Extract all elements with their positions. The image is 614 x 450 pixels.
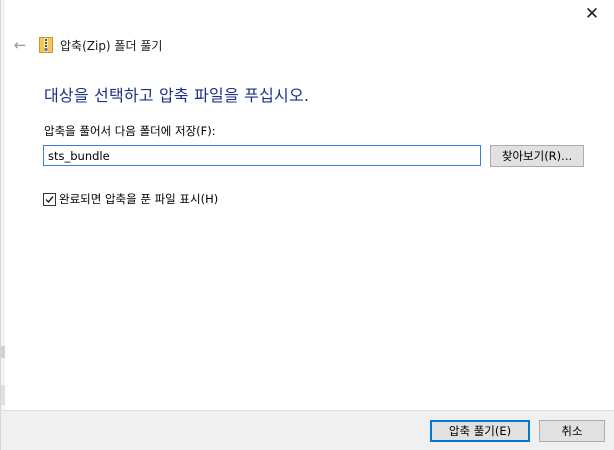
cancel-button[interactable]: 취소 xyxy=(539,420,605,442)
extract-dialog: ✕ ← 압축(Zip) 폴더 풀기 대상을 선택하고 압축 파일을 푸십시오. … xyxy=(0,0,614,450)
close-button[interactable]: ✕ xyxy=(578,2,606,26)
show-files-option[interactable]: 완료되면 압축을 푼 파일 표시(H) xyxy=(43,191,218,207)
back-button[interactable]: ← xyxy=(11,36,29,54)
close-icon: ✕ xyxy=(584,4,600,24)
show-files-label: 완료되면 압축을 푼 파일 표시(H) xyxy=(59,192,219,206)
edge-mark xyxy=(1,385,5,405)
instruction-heading: 대상을 선택하고 압축 파일을 푸십시오. xyxy=(44,86,310,105)
dialog-footer: 압축 풀기(E) 취소 xyxy=(1,410,614,450)
destination-label: 압축을 풀어서 다음 폴더에 저장(F): xyxy=(44,124,216,138)
zip-folder-icon xyxy=(39,37,53,53)
extract-button[interactable]: 압축 풀기(E) xyxy=(430,420,530,442)
title-bar: ← 압축(Zip) 폴더 풀기 xyxy=(11,36,163,54)
browse-button[interactable]: 찾아보기(R)... xyxy=(490,145,584,167)
show-files-checkbox[interactable] xyxy=(43,192,56,206)
window-title: 압축(Zip) 폴더 풀기 xyxy=(60,38,163,53)
back-arrow-icon: ← xyxy=(13,36,27,54)
background-window-edge xyxy=(1,0,5,450)
edge-mark xyxy=(1,346,5,358)
destination-path-input[interactable] xyxy=(43,145,481,166)
checkmark-icon xyxy=(45,195,54,203)
